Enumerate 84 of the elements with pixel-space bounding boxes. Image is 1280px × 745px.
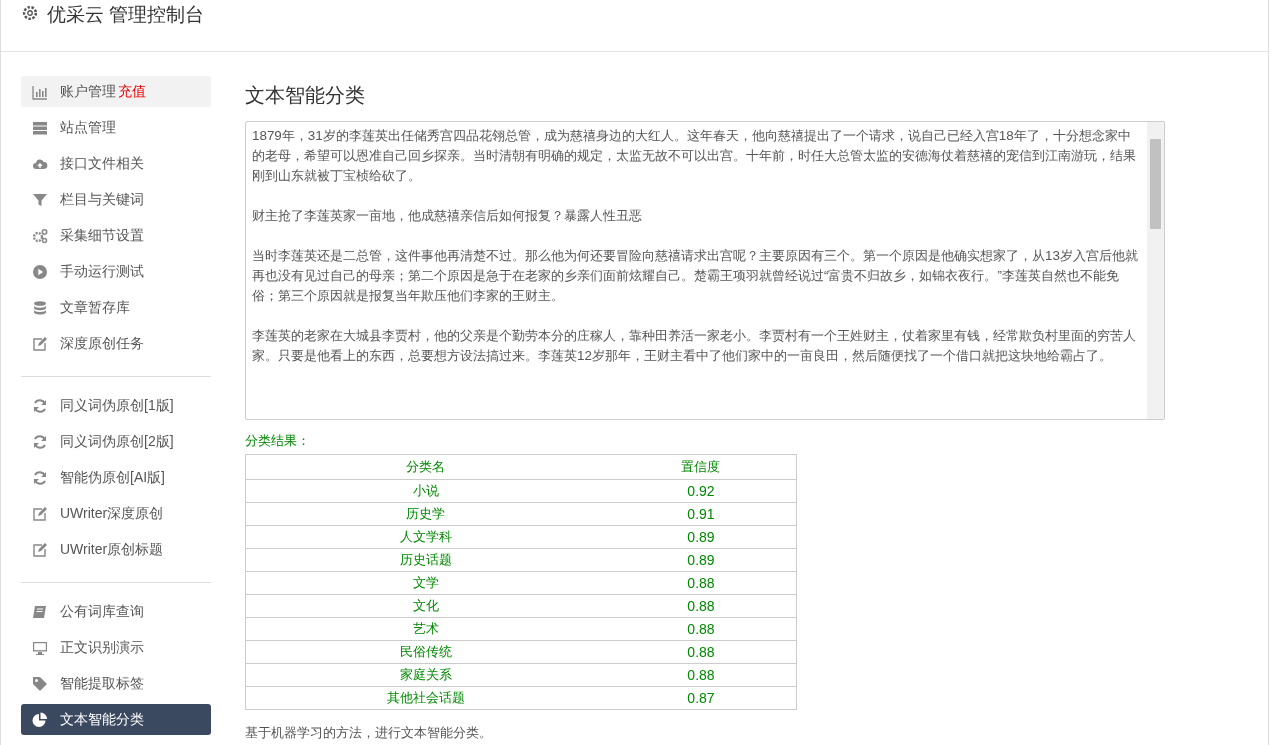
table-cell: 民俗传统 (245, 640, 606, 664)
app-title: 优采云 管理控制台 (47, 2, 205, 27)
item-label: 正文识别演示 (60, 638, 144, 657)
sidebar-item[interactable]: UWriter深度原创 (21, 498, 211, 529)
sidebar-item[interactable]: 接口文件相关 (21, 148, 211, 179)
sidebar-item[interactable]: 文本智能分类 (21, 704, 211, 735)
table-cell: 历史学 (245, 502, 606, 526)
item-label: 手动运行测试 (60, 262, 144, 281)
table-cell: 0.89 (605, 548, 797, 572)
table-cell: 文学 (245, 571, 606, 595)
settings-icon (21, 3, 39, 22)
gears-icon (32, 227, 48, 244)
sidebar-item[interactable]: 智能提取标签 (21, 668, 211, 699)
article-paragraph: 1879年，31岁的李莲英出任储秀宫四品花翎总管，成为慈禧身边的大红人。这年春天，他向慈禧提出了一个请求，说自己已经入宫18年了，十分想念家中的老母，希望可以恩准自己回乡探亲。当时清朝有明确的规定，太监无故不可以出宫。十年前，时任大总管太监的安德海仗着慈禧的宠信到江南游玩，结果刚到山东就被丁宝桢给砍了。 (252, 127, 1137, 185)
item-label: 智能提取标签 (60, 674, 144, 693)
table-cell: 0.91 (605, 502, 797, 526)
table-cell: 0.88 (605, 663, 797, 687)
table-cell: 0.88 (605, 594, 797, 618)
article-paragraph: 李莲英的老家在大城县李贾村，他的父亲是个勤劳本分的庄稼人，靠种田养活一家老小。李贾村有一个王姓财主，仗着家里有钱，经常欺负村里面的穷苦人家。只要是他看上的东西，总要想方设法搞过来。李莲英12岁那年，王财主看中了他们家中的一亩良田，然后随便找了一个借口就把这块地给霸占了。 (252, 327, 1137, 365)
item-label: 栏目与关键词 (60, 190, 144, 209)
item-label: 智能伪原创[AI版] (60, 468, 165, 487)
item-label: 公有词库查询 (60, 602, 144, 621)
item-label: UWriter深度原创 (60, 504, 164, 523)
sidebar-item[interactable]: 采集细节设置 (21, 220, 211, 251)
table-cell: 历史话题 (245, 548, 606, 572)
sidebar-item[interactable]: 栏目与关键词 (21, 184, 211, 215)
table-cell: 0.88 (605, 617, 797, 641)
table-cell: 艺术 (245, 617, 606, 641)
sidebar-item[interactable]: 同义词伪原创[2版] (21, 426, 211, 457)
item-label: UWriter原创标题 (60, 540, 164, 559)
item-label: 文章暂存库 (60, 298, 130, 317)
article-paragraph: 当时李莲英还是二总管，这件事他再清楚不过。那么他为何还要冒险向慈禧请求出宫呢？主要原因有三个。第一个原因是他确实想家了，从13岁入宫后他就再也没有见过自己的母亲；第二个原因是急于在老家的乡亲们面前炫耀自己。楚霸王项羽就曾经说过“富贵不归故乡，如锦衣夜行。”李莲英自然也不能免俗；第三个原因就是报复当年欺压他们李家的王财主。 (252, 247, 1139, 305)
table-cell: 小说 (245, 479, 606, 503)
server-icon (32, 119, 48, 136)
sidebar-item[interactable]: 深度原创任务 (21, 328, 211, 359)
book-icon (32, 603, 48, 620)
table-cell: 文化 (245, 594, 606, 618)
item-label: 文本智能分类 (60, 710, 144, 729)
table-cell: 其他社会话题 (245, 686, 606, 710)
description-text: 基于机器学习的方法，进行文本智能分类。 (245, 724, 493, 742)
sidebar-item[interactable]: 手动运行测试 (21, 256, 211, 287)
refresh-icon (32, 433, 48, 450)
play-icon (32, 263, 48, 280)
table-cell: 0.88 (605, 571, 797, 595)
item-label: 同义词伪原创[1版] (60, 396, 174, 415)
sidebar-item[interactable]: 文章暂存库 (21, 292, 211, 323)
item-label: 深度原创任务 (60, 334, 144, 353)
table-cell: 0.88 (605, 640, 797, 664)
sidebar-item[interactable]: 站点管理 (21, 112, 211, 143)
sidebar-item[interactable]: 正文识别演示 (21, 632, 211, 663)
edit-icon (32, 541, 48, 558)
filter-icon (32, 191, 48, 208)
refresh-icon (32, 397, 48, 414)
item-label: 同义词伪原创[2版] (60, 432, 174, 451)
table-cell: 人文学科 (245, 525, 606, 549)
item-label: 站点管理 (60, 118, 116, 137)
table-cell: 家庭关系 (245, 663, 606, 687)
sidebar-item[interactable]: 同义词伪原创[1版] (21, 390, 211, 421)
article-field[interactable] (245, 121, 1165, 420)
recharge-link[interactable]: 充值 (118, 82, 146, 101)
sidebar-item[interactable]: 智能伪原创[AI版] (21, 462, 211, 493)
table-cell: 0.89 (605, 525, 797, 549)
edit-icon (32, 335, 48, 352)
scrollbar[interactable] (1147, 122, 1164, 419)
column-header: 置信度 (605, 454, 797, 480)
table-cell: 0.92 (605, 479, 797, 503)
results-label: 分类结果： (245, 432, 311, 450)
item-label: 账户管理 (60, 82, 116, 101)
tag-icon (32, 675, 48, 692)
sidebar-item[interactable]: 账户管理 充值 (21, 76, 211, 107)
pie-chart-icon (32, 711, 48, 728)
monitor-icon (32, 639, 48, 656)
column-header: 分类名 (245, 454, 606, 480)
sidebar-item[interactable]: UWriter原创标题 (21, 534, 211, 565)
sidebar-item[interactable]: 公有词库查询 (21, 596, 211, 627)
item-label: 接口文件相关 (60, 154, 144, 173)
article-paragraph: 财主抢了李莲英家一亩地，他成慈禧亲信后如何报复？暴露人性丑恶 (252, 207, 643, 225)
page-title: 文本智能分类 (245, 83, 366, 108)
table-cell: 0.87 (605, 686, 797, 710)
item-label: 采集细节设置 (60, 226, 144, 245)
edit-icon (32, 505, 48, 522)
bar-chart-icon (32, 83, 48, 100)
database-icon (32, 299, 48, 316)
refresh-icon (32, 469, 48, 486)
